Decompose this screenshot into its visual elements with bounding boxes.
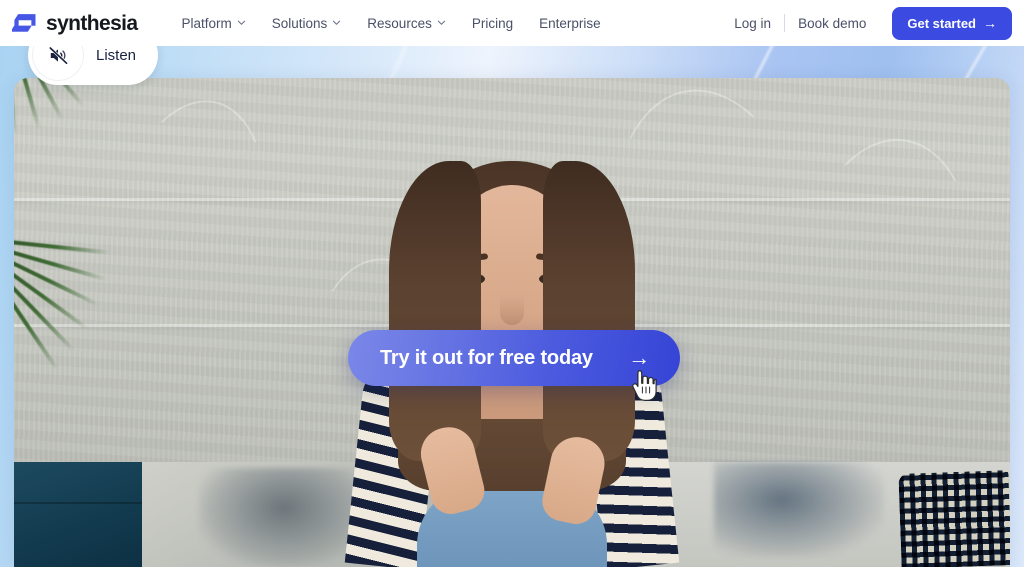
nav-item-label: Solutions	[271, 15, 328, 31]
nav-item-label: Pricing	[471, 15, 514, 31]
listen-button-label: Listen	[96, 46, 137, 64]
sofa-pillow-checkered	[898, 470, 1010, 567]
nav-item-label: Platform	[181, 15, 232, 31]
synthesia-logo-icon	[10, 13, 38, 33]
header-actions: Log in Book demo Get started →	[721, 6, 1012, 40]
presenter-hair-strand	[543, 161, 635, 461]
get-started-label: Get started	[907, 15, 976, 31]
login-link[interactable]: Log in	[721, 16, 784, 31]
nav-item-enterprise[interactable]: Enterprise	[526, 10, 614, 37]
nav-item-label: Enterprise	[539, 15, 601, 31]
nav-item-label: Resources	[367, 15, 432, 31]
hero-video-player[interactable]	[14, 78, 1010, 567]
sofa-cushion-shadow	[714, 462, 884, 557]
arrow-right-icon: →	[628, 345, 650, 370]
sofa-cushion-teal	[14, 462, 142, 567]
try-it-free-cta-button[interactable]: Try it out for free today →	[348, 330, 680, 386]
presenter-nose	[500, 295, 524, 325]
get-started-button[interactable]: Get started →	[892, 6, 1012, 40]
try-it-free-cta-label: Try it out for free today	[380, 346, 593, 369]
arrow-right-icon: →	[983, 15, 997, 31]
nav-item-platform[interactable]: Platform	[168, 10, 258, 37]
main-navigation: Platform Solutions Resources Pricing Ent…	[168, 10, 613, 37]
site-header: synthesia Platform Solutions Resources P…	[0, 0, 1024, 46]
brand-name: synthesia	[46, 11, 138, 35]
nav-item-solutions[interactable]: Solutions	[259, 10, 355, 37]
book-demo-link[interactable]: Book demo	[785, 16, 879, 31]
nav-item-pricing[interactable]: Pricing	[459, 10, 526, 37]
chevron-down-icon	[237, 18, 246, 27]
scene-plant	[14, 228, 144, 418]
chevron-down-icon	[332, 18, 341, 27]
wall-texture	[773, 126, 995, 450]
nav-item-resources[interactable]: Resources	[354, 10, 459, 37]
presenter-hair-strand	[389, 161, 481, 461]
chevron-down-icon	[437, 18, 446, 27]
brand-logo-link[interactable]: synthesia	[10, 11, 138, 35]
video-scene	[14, 78, 1010, 567]
